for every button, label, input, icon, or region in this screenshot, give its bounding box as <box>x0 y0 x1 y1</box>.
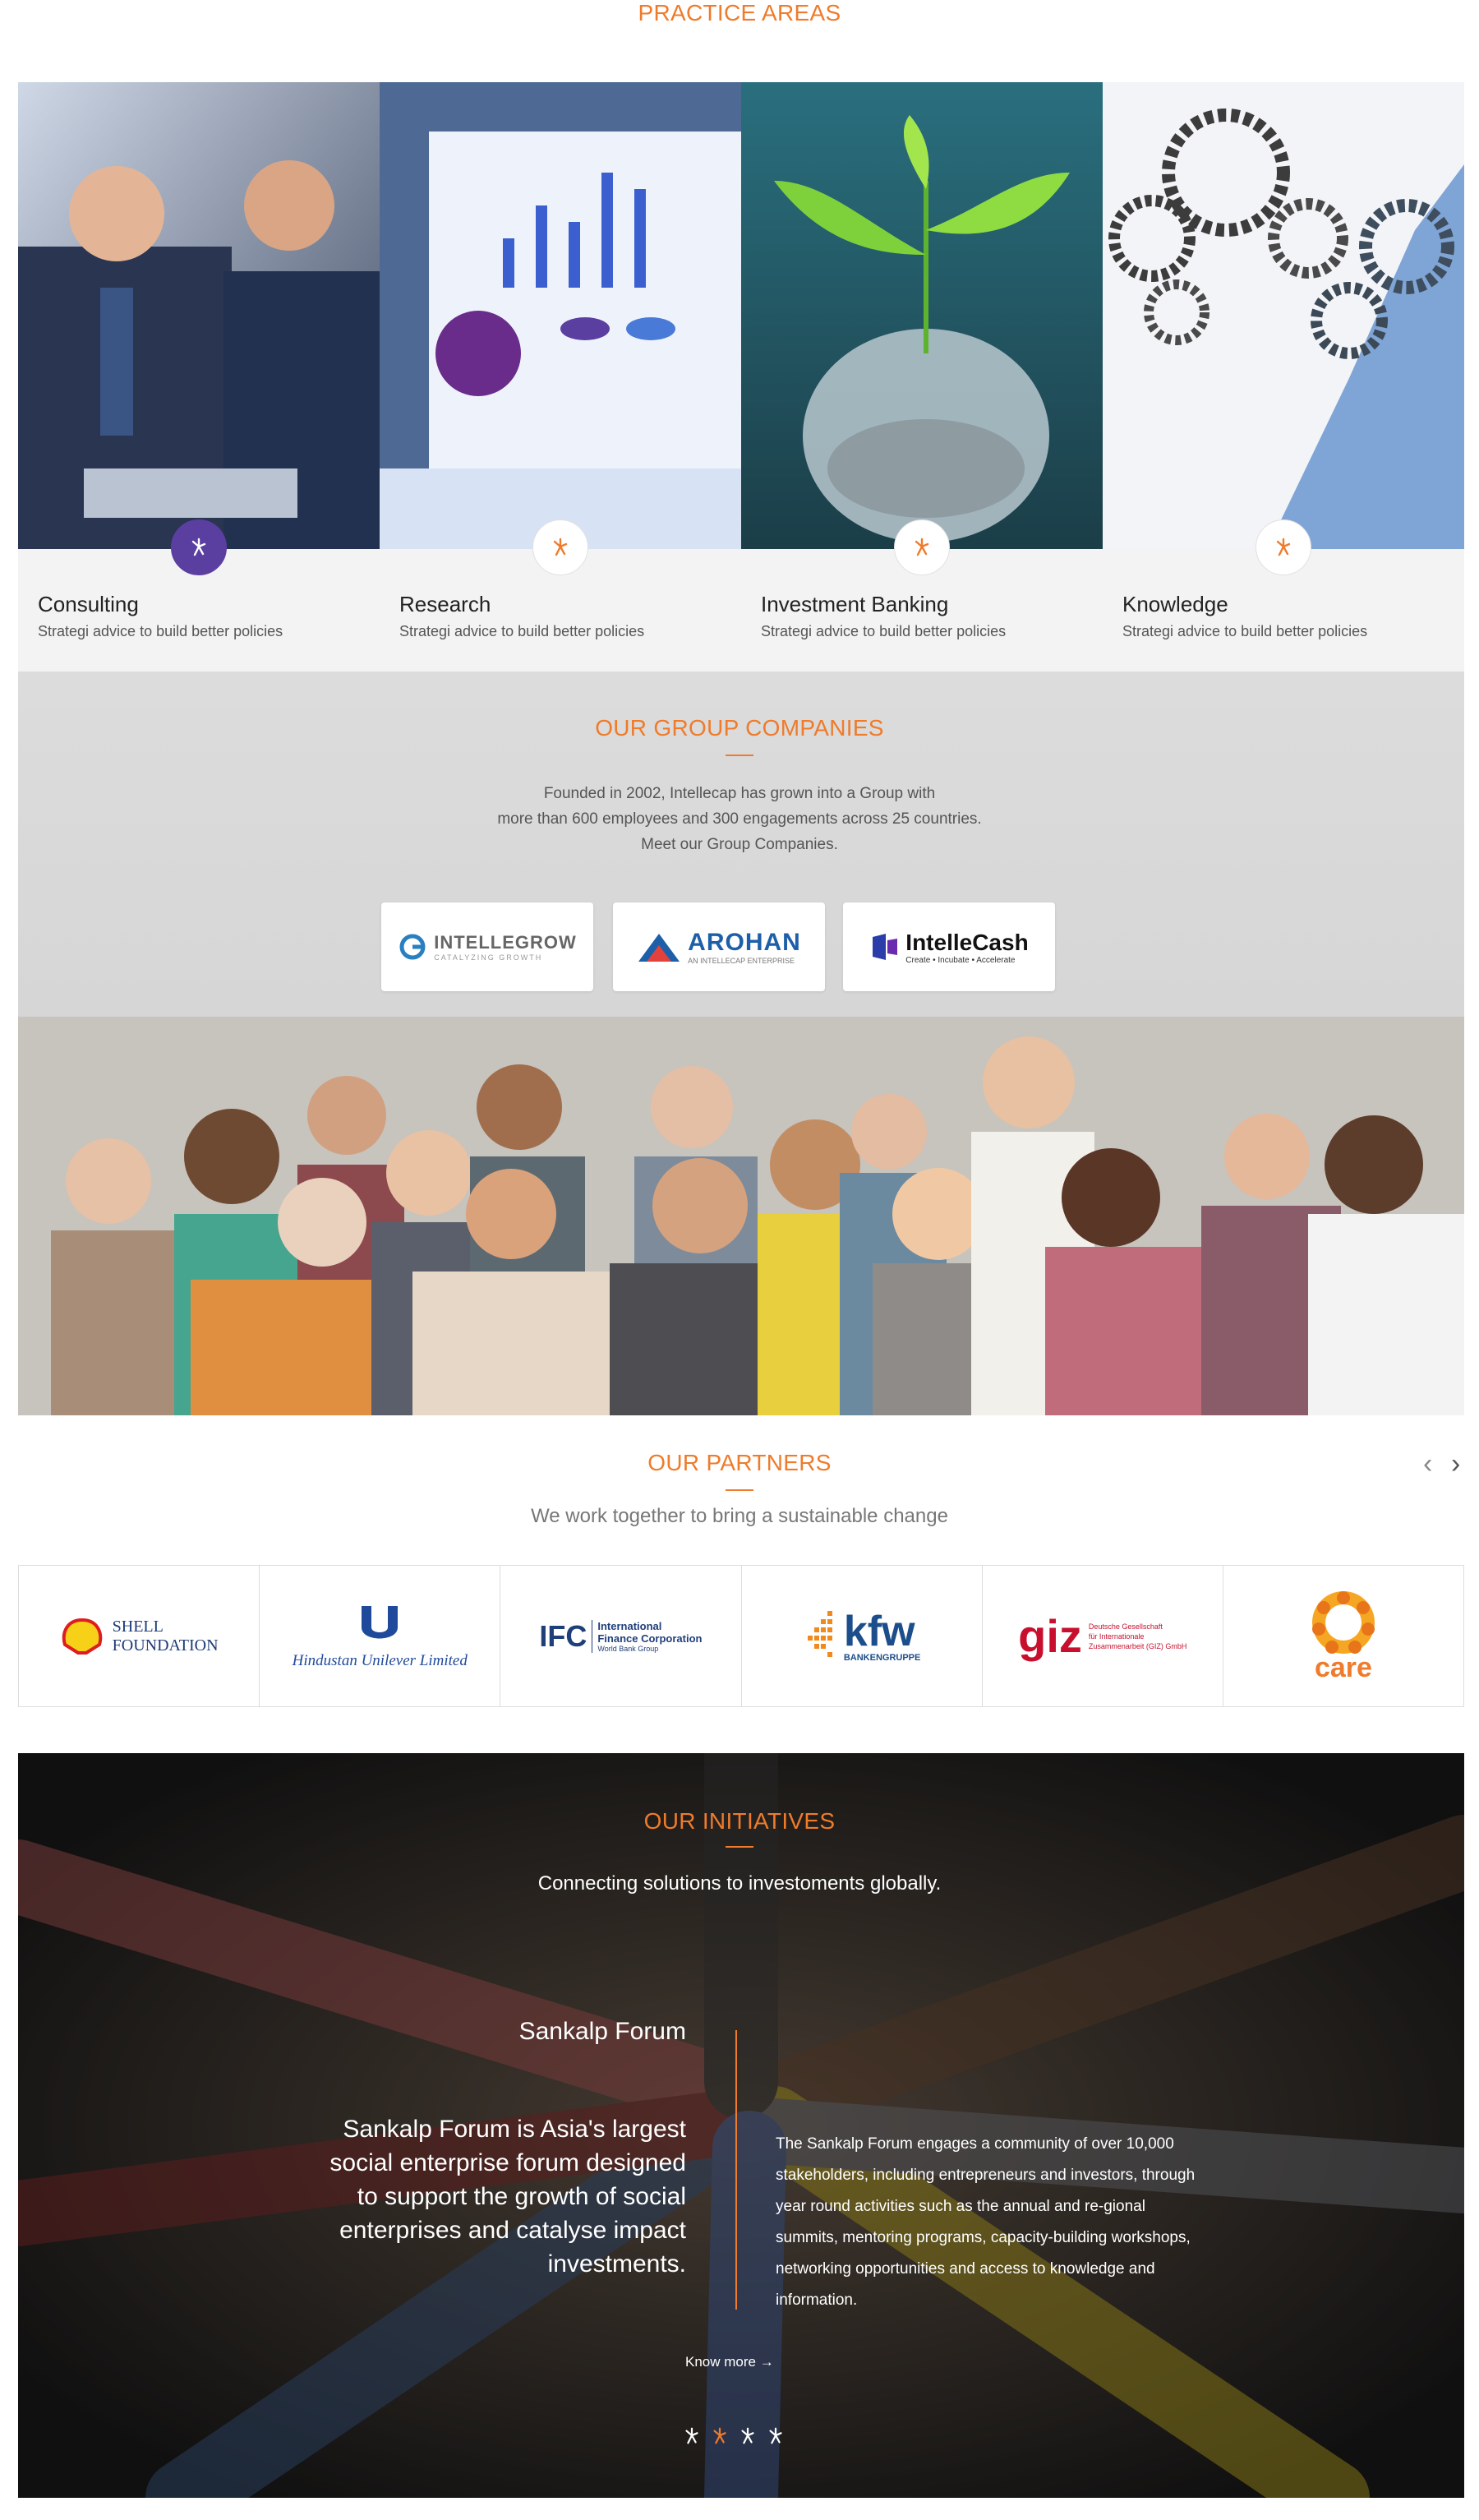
hands-together-photo <box>18 1753 1464 2498</box>
knowledge-photo <box>1103 82 1464 549</box>
intellegrow-tagline: CATALYZING GROWTH <box>434 953 543 962</box>
ifc-line-2: Finance Corporation <box>597 1632 703 1645</box>
care-circle-icon <box>1311 1591 1375 1654</box>
intellecash-logo[interactable]: IntelleCash Create • Incubate • Accelera… <box>843 902 1055 991</box>
forum-lead-text: Sankalp Forum is Asia's largest social e… <box>329 2116 686 2278</box>
research-badge[interactable] <box>532 519 588 575</box>
intellegrow-name: INTELLEGROW <box>434 932 577 953</box>
intellegrow-logo[interactable]: INTELLEGROW CATALYZING GROWTH <box>381 902 593 991</box>
arohan-tagline: AN INTELLECAP ENTERPRISE <box>688 957 795 965</box>
group-companies-title: OUR GROUP COMPANIES <box>595 715 884 741</box>
intellecap-mark-icon <box>553 538 568 556</box>
title-underline <box>726 1489 753 1491</box>
practice-areas-title: PRACTICE AREAS <box>638 0 841 25</box>
investment-banking-photo <box>741 82 1103 549</box>
title-underline <box>726 755 753 756</box>
unilever-u-icon <box>362 1605 399 1638</box>
shell-line-1: SHELL <box>112 1617 164 1636</box>
shell-line-2: FOUNDATION <box>112 1636 219 1655</box>
research-photo <box>380 82 741 549</box>
pagination-dot-icon[interactable] <box>766 2426 786 2446</box>
kfw-wordmark: kfw <box>843 1607 915 1655</box>
pagination-dot-active-icon[interactable] <box>710 2426 730 2446</box>
intellegrow-mark-icon <box>399 934 426 960</box>
carousel-prev-button[interactable]: ‹ <box>1423 1448 1432 1480</box>
practice-card-subtitle: Strategi advice to build better policies <box>38 623 283 639</box>
carousel-next-button[interactable]: › <box>1451 1448 1460 1480</box>
giz-line-1: Deutsche Gesellschaft <box>1088 1622 1163 1631</box>
kfw-subtitle: BANKENGRUPPE <box>843 1652 921 1663</box>
intellecap-mark-icon <box>1276 538 1291 556</box>
intellecash-name: IntelleCash <box>905 929 1029 955</box>
pagination-dot-icon[interactable] <box>738 2426 758 2446</box>
partner-kfw[interactable]: kfw BANKENGRUPPE <box>742 1566 983 1706</box>
ifc-mark: IFC <box>539 1618 587 1653</box>
forum-divider <box>735 2030 737 2310</box>
partner-shell-foundation[interactable]: SHELL FOUNDATION <box>19 1566 260 1706</box>
initiatives-tagline: Connecting solutions to investoments glo… <box>537 1872 942 1895</box>
practice-card-label: Investment Banking <box>761 592 949 616</box>
partners-tagline: We work together to bring a sustainable … <box>531 1505 948 1527</box>
partners-logo-grid: SHELL FOUNDATION Hindustan Unilever Limi… <box>18 1565 1464 1707</box>
forum-body-text: The Sankalp Forum engages a community of… <box>776 2135 1196 2309</box>
giz-line-2: für Internationale <box>1088 1632 1145 1641</box>
consulting-photo <box>18 82 380 549</box>
partners-title: OUR PARTNERS <box>647 1450 832 1475</box>
partner-giz[interactable]: giz Deutsche Gesellschaft für Internatio… <box>983 1566 1223 1706</box>
knowledge-badge[interactable] <box>1256 519 1311 575</box>
partner-care[interactable]: care <box>1223 1566 1463 1706</box>
arohan-name: AROHAN <box>688 929 801 956</box>
practice-card-research[interactable]: Research Strategi advice to build better… <box>380 82 741 672</box>
consulting-badge[interactable] <box>171 519 227 575</box>
initiatives-section <box>18 1753 1464 2498</box>
title-underline <box>726 1846 753 1848</box>
intellecash-mark-icon <box>873 934 898 960</box>
practice-card-subtitle: Strategi advice to build better policies <box>399 623 645 639</box>
investment-banking-badge[interactable] <box>894 519 950 575</box>
practice-card-label: Knowledge <box>1122 592 1228 616</box>
practice-card-investment-banking[interactable]: Investment Banking Strategi advice to bu… <box>741 82 1103 672</box>
care-wordmark: care <box>1314 1652 1372 1683</box>
know-more-link[interactable]: Know more → <box>685 2354 774 2370</box>
practice-card-label: Consulting <box>38 592 139 616</box>
intellecash-tagline: Create • Incubate • Accelerate <box>905 955 1016 965</box>
practice-card-subtitle: Strategi advice to build better policies <box>761 623 1007 639</box>
slider-pagination <box>682 2426 786 2446</box>
ifc-line-1: International <box>597 1619 662 1632</box>
intellecap-mark-icon <box>915 538 929 556</box>
practice-card-label: Research <box>399 592 491 616</box>
forum-name: Sankalp Forum <box>518 2018 686 2045</box>
practice-card-subtitle: Strategi advice to build better policies <box>1122 623 1368 639</box>
initiatives-title: OUR INITIATIVES <box>643 1808 836 1834</box>
group-description-line: Founded in 2002, Intellecap has grown in… <box>543 785 936 802</box>
group-description-line: more than 600 employees and 300 engageme… <box>497 810 982 828</box>
kfw-dots-icon <box>807 1610 832 1657</box>
intellecap-mark-icon <box>191 538 206 556</box>
ifc-line-3: World Bank Group <box>597 1644 659 1653</box>
hul-name: Hindustan Unilever Limited <box>292 1651 468 1669</box>
practice-card-consulting[interactable]: Consulting Strategi advice to build bett… <box>18 82 380 672</box>
partner-ifc[interactable]: IFC International Finance Corporation Wo… <box>500 1566 742 1706</box>
pagination-dot-icon[interactable] <box>682 2426 702 2446</box>
giz-line-3: Zusammenarbeit (GIZ) GmbH <box>1088 1641 1187 1650</box>
practice-card-knowledge[interactable]: Knowledge Strategi advice to build bette… <box>1103 82 1464 672</box>
arohan-logo[interactable]: AROHAN AN INTELLECAP ENTERPRISE <box>613 902 825 991</box>
group-description-line: Meet our Group Companies. <box>641 836 838 853</box>
arohan-mark-icon <box>638 934 680 962</box>
giz-wordmark: giz <box>1018 1609 1082 1662</box>
shell-icon <box>62 1618 102 1655</box>
partner-hindustan-unilever[interactable]: Hindustan Unilever Limited <box>260 1566 501 1706</box>
